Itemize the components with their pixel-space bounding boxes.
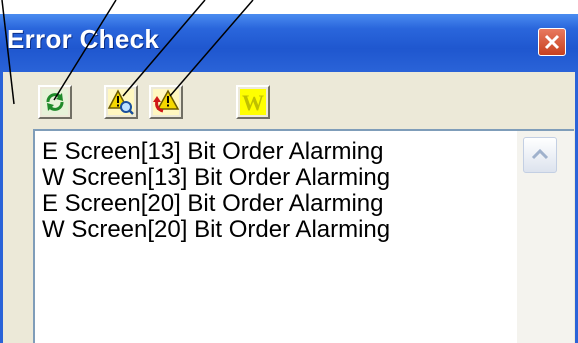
list-item[interactable]: W Screen[13] Bit Order Alarming [42,165,390,191]
list-item[interactable]: W Screen[20] Bit Order Alarming [42,217,390,243]
warning-filter-button[interactable]: W [236,85,270,119]
jump-alarm-button[interactable] [149,85,183,119]
list-item[interactable]: E Screen[20] Bit Order Alarming [42,191,390,217]
vertical-scrollbar[interactable] [517,131,574,343]
warning-magnifier-icon [107,89,134,115]
list-item[interactable]: E Screen[13] Bit Order Alarming [42,139,390,165]
find-alarm-button[interactable] [104,85,138,119]
refresh-button[interactable] [38,85,72,119]
close-button[interactable] [538,28,566,56]
window-title: Error Check [7,24,160,54]
chevron-up-icon [531,148,549,160]
dialog-body: W E Screen[13] Bit Order Alarming W Scre… [0,72,578,343]
error-list[interactable]: E Screen[13] Bit Order Alarming W Screen… [33,129,574,343]
error-list-items: E Screen[13] Bit Order Alarming W Screen… [42,139,390,243]
title-bar[interactable]: Error Check [0,14,578,72]
refresh-arrows-icon [42,89,68,115]
warning-arrow-icon [153,89,180,115]
error-check-window: Error Check W E Screen[13] Bit Order Ala… [0,0,578,343]
letter-w-icon: W [240,89,266,115]
close-x-icon [544,34,560,50]
scroll-up-button[interactable] [523,137,557,173]
w-glyph: W [242,90,264,115]
